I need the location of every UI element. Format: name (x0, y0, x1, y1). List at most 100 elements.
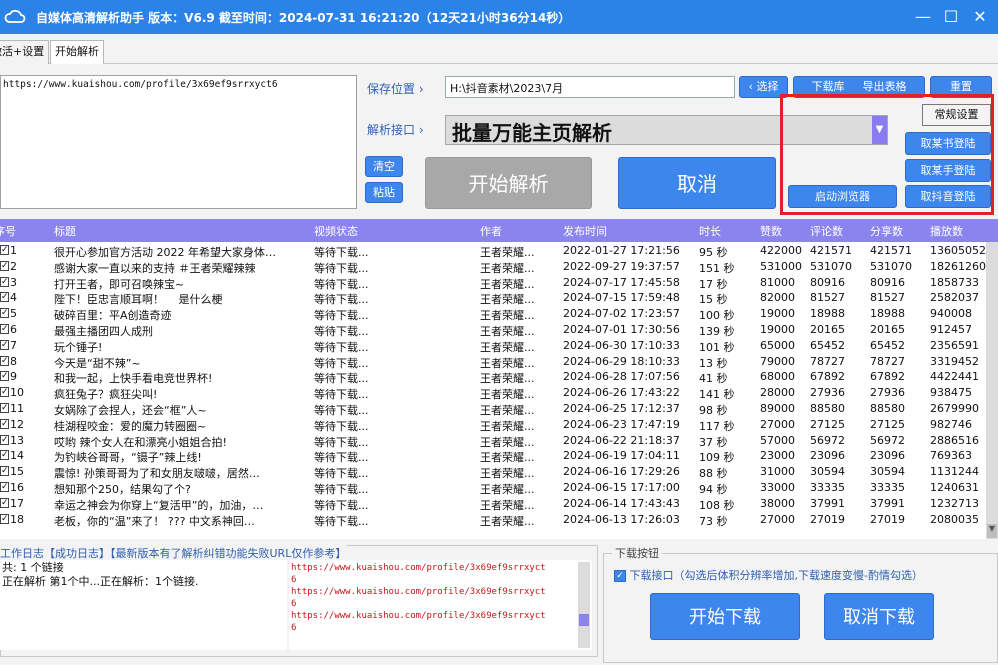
close-button[interactable]: ✕ (969, 6, 991, 28)
row-likes: 27000 (760, 512, 795, 526)
start-browser-button[interactable]: 启动浏览器 (788, 185, 897, 208)
start-parse-button[interactable]: 开始解析 (425, 157, 592, 209)
row-duration: 94 秒 (699, 483, 728, 496)
row-author: 王者荣耀... (480, 451, 535, 465)
minimize-button[interactable]: — (912, 6, 934, 28)
table-scrollbar[interactable]: ▼ (986, 242, 998, 539)
row-likes: 28000 (760, 386, 795, 400)
table-row[interactable]: ✓ 6 最强主播团四人成刑 等待下载... 王者荣耀... 2024-07-01 17:3… (0, 322, 998, 338)
row-shares: 81527 (870, 291, 905, 305)
table-row[interactable]: ✓ 3 打开王者，即可召唤辣宝~ 等待下载... 王者荣耀... 2024-07-17 1… (0, 275, 998, 291)
row-checkbox[interactable]: ✓ (0, 482, 9, 492)
clear-button[interactable]: 清空 (365, 156, 403, 177)
log-left-area[interactable]: 共: 1 个链接 正在解析 第1个中...正在解析：1个链接. (0, 560, 287, 650)
login-dy-button[interactable]: 取抖音登陆 (905, 185, 991, 208)
table-row[interactable]: ✓ 2 感谢大家一直以来的支持 ＃王者荣耀辣辣 等待下载... 王者荣耀... 2022-… (0, 259, 998, 275)
tab-start-parse[interactable]: 开始解析 (50, 40, 104, 64)
row-checkbox[interactable]: ✓ (0, 434, 9, 445)
normal-settings-button[interactable]: 常规设置 (922, 104, 991, 126)
table-row[interactable]: ✓ 15 震惊! 孙策哥哥为了和女朋友啵啵，居然… 等待下载... 王者荣耀... 202… (0, 464, 998, 480)
table-row[interactable]: ✓ 18 老板，你的“温”来了！ ??? 中文系神回… 等待下载... 王者荣耀... 2… (0, 512, 998, 528)
row-checkbox[interactable]: ✓ (0, 418, 9, 429)
header-author[interactable]: 作者 (480, 223, 502, 239)
header-title[interactable]: 标题 (54, 223, 76, 239)
row-checkbox[interactable]: ✓ (0, 371, 9, 382)
row-plays: 18261260 (930, 259, 986, 273)
row-author: 王者荣耀... (480, 419, 535, 433)
url-textarea[interactable]: https://www.kuaishou.com/profile/3x69ef9… (0, 75, 357, 209)
header-publish-time[interactable]: 发布时间 (563, 223, 607, 239)
row-likes: 531000 (760, 259, 802, 273)
export-table-label[interactable]: 导出表格 (863, 80, 907, 93)
table-row[interactable]: ✓ 12 桂湖程咬金：爱的魔力转圈圈~ 等待下载... 王者荣耀... 2024-06-2… (0, 417, 998, 433)
table-row[interactable]: ✓ 13 哎哟 辣个女人在和漂亮小姐姐合拍! 等待下载... 王者荣耀... 2024-0… (0, 433, 998, 449)
table-row[interactable]: ✓ 8 今天是“甜不辣”~ 等待下载... 王者荣耀... 2024-06-29 18:1… (0, 354, 998, 370)
row-publish-time: 2024-06-19 17:04:11 (563, 449, 680, 463)
row-duration: 88 秒 (699, 467, 728, 481)
start-download-button[interactable]: 开始下载 (650, 593, 800, 640)
row-checkbox[interactable]: ✓ (0, 355, 9, 366)
row-likes: 89000 (760, 402, 795, 415)
row-plays: 1232713 (930, 496, 979, 510)
row-checkbox[interactable]: ✓ (0, 497, 9, 508)
row-likes: 33000 (760, 481, 795, 494)
table-row[interactable]: ✓ 4 陛下！臣忠言顺耳啊！ 是什么梗 等待下载... 王者荣耀... 2024-07-1… (0, 290, 998, 306)
row-checkbox[interactable]: ✓ (0, 324, 9, 334)
table-row[interactable]: ✓ 11 女娲除了会捏人，还会“框”人~ 等待下载... 王者荣耀... 2024-06-… (0, 401, 998, 417)
header-comments[interactable]: 评论数 (810, 223, 843, 239)
row-comments: 27125 (810, 417, 845, 431)
row-checkbox[interactable]: ✓ (0, 308, 9, 319)
log-scroll-thumb[interactable] (579, 614, 589, 626)
save-path-input[interactable]: H:\抖音素材\2023\7月 (445, 76, 735, 98)
row-checkbox[interactable]: ✓ (0, 339, 9, 350)
row-status: 等待下载... (314, 467, 369, 481)
cancel-parse-button[interactable]: 取消 (618, 157, 776, 209)
row-index: 17 (10, 496, 24, 510)
row-checkbox[interactable]: ✓ (0, 276, 9, 287)
header-plays[interactable]: 播放数 (930, 223, 963, 239)
row-checkbox[interactable]: ✓ (0, 450, 9, 461)
cancel-download-button[interactable]: 取消下载 (824, 593, 934, 640)
row-checkbox[interactable]: ✓ (0, 513, 9, 524)
row-index: 14 (10, 449, 24, 463)
table-row[interactable]: ✓ 17 幸运之神会为你穿上“复活甲”的，加油，… 等待下载... 王者荣耀... 202… (0, 496, 998, 512)
row-title: 很开心参加官方活动 2022 年希望大家身体… (54, 246, 276, 259)
maximize-button[interactable]: ☐ (940, 6, 962, 28)
table-row[interactable]: ✓ 1 很开心参加官方活动 2022 年希望大家身体… 等待下载... 王者荣耀... 2… (0, 243, 998, 259)
row-checkbox[interactable]: ✓ (0, 387, 9, 398)
header-status[interactable]: 视频状态 (314, 223, 358, 239)
row-checkbox[interactable]: ✓ (0, 260, 9, 271)
row-publish-time: 2024-06-14 17:43:43 (563, 496, 680, 510)
header-index[interactable]: 序号 (0, 223, 16, 239)
tab-activate-settings[interactable]: 激活+设置 (0, 40, 50, 64)
row-index: 4 (10, 291, 17, 305)
table-row[interactable]: ✓ 16 想知那个250，结果勾了个? 等待下载... 王者荣耀... 2024-06-1… (0, 480, 998, 496)
login-ks-button[interactable]: 取某手登陆 (905, 159, 991, 182)
table-row[interactable]: ✓ 10 疯狂兔子？疯狂尖叫! 等待下载... 王者荣耀... 2024-06-26 17… (0, 385, 998, 401)
table-row[interactable]: ✓ 7 玩个锤子! 等待下载... 王者荣耀... 2024-06-30 17:10:33… (0, 338, 998, 354)
paste-button[interactable]: 粘贴 (365, 182, 403, 203)
header-likes[interactable]: 赞数 (760, 223, 782, 239)
row-plays: 2080035 (930, 512, 979, 526)
row-checkbox[interactable]: ✓ (0, 292, 9, 303)
table-row[interactable]: ✓ 9 和我一起，上快手看电竞世界杯! 等待下载... 王者荣耀... 2024-06-2… (0, 369, 998, 385)
row-checkbox[interactable]: ✓ (0, 245, 9, 255)
log-scrollbar[interactable] (578, 562, 590, 648)
row-checkbox[interactable]: ✓ (0, 466, 9, 477)
row-status: 等待下载... (314, 451, 369, 465)
row-title: 打开王者，即可召唤辣宝~ (54, 277, 185, 291)
checkbox-check-icon[interactable]: ✓ (614, 570, 626, 582)
table-row[interactable]: ✓ 5 破碎百里：平A创造奇迹 等待下载... 王者荣耀... 2024-07-02 17… (0, 306, 998, 322)
table-row[interactable]: ✓ 14 为钓峡谷哥哥，“镊子”辣上线! 等待下载... 王者荣耀... 2024-06-… (0, 448, 998, 464)
row-shares: 88580 (870, 402, 905, 415)
row-duration: 100 秒 (699, 309, 735, 323)
download-interface-checkbox[interactable]: ✓ 下载接口（勾选后体积分辨率增加,下载速度变慢-酌情勾选） (614, 567, 923, 583)
row-comments: 81527 (810, 291, 845, 305)
header-duration[interactable]: 时长 (699, 223, 721, 239)
login-xhs-button[interactable]: 取某书登陆 (905, 132, 991, 155)
row-plays: 2679990 (930, 402, 979, 415)
row-checkbox[interactable]: ✓ (0, 403, 9, 413)
log-url-area[interactable]: https://www.kuaishou.com/profile/3x69ef9… (289, 560, 592, 650)
scroll-down-arrow-icon[interactable]: ▼ (987, 524, 997, 538)
header-shares[interactable]: 分享数 (870, 223, 903, 239)
